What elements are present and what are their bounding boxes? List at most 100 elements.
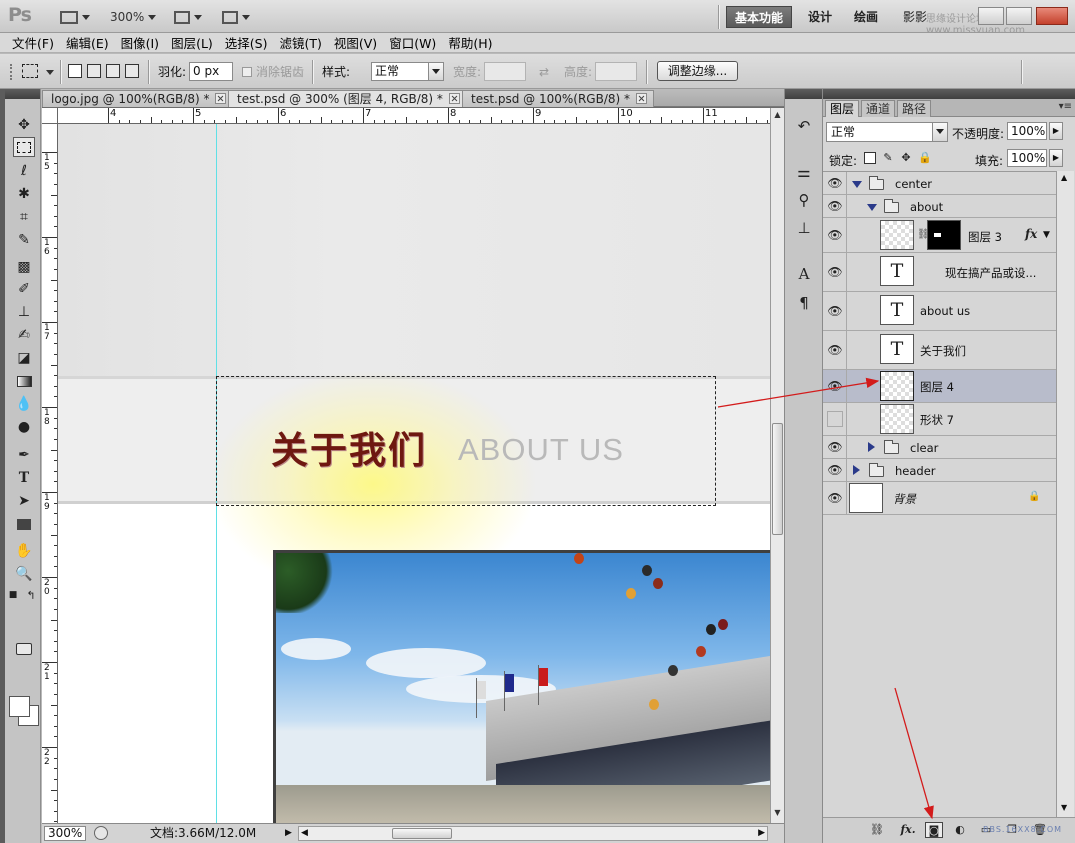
chevron-down-icon[interactable] — [46, 70, 54, 75]
layer-mask-thumbnail[interactable] — [927, 220, 961, 250]
history-brush-tool[interactable]: ✍ — [13, 325, 35, 345]
vertical-ruler[interactable]: 15 16 17 18 19 20 21 22 — [42, 124, 58, 823]
close-tab-icon[interactable] — [215, 93, 227, 104]
menu-window[interactable]: 窗口(W) — [383, 33, 442, 52]
zoom-level-dropdown[interactable]: 300% — [110, 7, 157, 27]
maximize-button[interactable] — [1006, 7, 1032, 25]
lock-pixels-icon[interactable]: ✎ — [882, 152, 894, 164]
hand-tool[interactable]: ✋ — [13, 541, 35, 561]
fill-slider-arrow-icon[interactable]: ▶ — [1049, 149, 1063, 167]
workspace-painting-button[interactable]: 绘画 — [846, 6, 886, 28]
fill-input[interactable]: 100% — [1007, 149, 1047, 167]
tab-logo-jpg[interactable]: logo.jpg @ 100%(RGB/8) * — [42, 90, 234, 107]
height-input[interactable] — [595, 62, 637, 81]
default-colors-icon[interactable]: ■ — [7, 585, 19, 605]
status-zoom-input[interactable]: 300% — [44, 826, 86, 841]
toolbox-header[interactable] — [5, 89, 40, 99]
layer-row-about[interactable]: 👁 about — [823, 195, 1056, 218]
expand-toggle-icon[interactable] — [853, 465, 860, 475]
opacity-slider-arrow-icon[interactable]: ▶ — [1049, 122, 1063, 140]
minimize-button[interactable] — [978, 7, 1004, 25]
scroll-up-icon[interactable]: ▲ — [772, 109, 783, 121]
zoom-tool[interactable]: 🔍 — [13, 564, 35, 584]
add-selection-icon[interactable] — [87, 64, 101, 78]
layer-row-layer-3[interactable]: 👁 ⛓ 图层 3 fx ▼ — [823, 218, 1056, 253]
opacity-input[interactable]: 100% — [1007, 122, 1047, 140]
layer-row-background[interactable]: 👁 背景 🔒 — [823, 482, 1056, 515]
gradient-tool[interactable] — [13, 371, 35, 391]
close-button[interactable] — [1036, 7, 1068, 25]
layers-panel-header[interactable] — [823, 89, 1075, 99]
swap-colors-icon[interactable]: ↰ — [25, 585, 37, 605]
link-layers-icon[interactable]: ⛓ — [868, 822, 886, 838]
workspace-essentials-button[interactable]: 基本功能 — [726, 6, 793, 28]
layer-row-layer-4[interactable]: 👁 图层 4 — [823, 370, 1056, 403]
quick-mask-button[interactable] — [13, 639, 35, 659]
ruler-origin[interactable] — [42, 108, 58, 124]
vertical-scrollbar[interactable]: ▲ ▼ — [770, 108, 784, 823]
eye-icon[interactable]: 👁 — [827, 264, 843, 280]
tab-paths[interactable]: 路径 — [897, 100, 932, 117]
status-options-icon[interactable] — [94, 826, 108, 840]
subtract-selection-icon[interactable] — [106, 64, 120, 78]
menu-file[interactable]: 文件(F) — [6, 33, 60, 52]
tab-test-psd-100[interactable]: test.psd @ 100%(RGB/8) * — [462, 90, 655, 107]
width-input[interactable] — [484, 62, 526, 81]
status-menu-arrow-icon[interactable]: ▶ — [285, 828, 292, 838]
tab-layers[interactable]: 图层 — [825, 100, 860, 117]
eye-icon[interactable]: 👁 — [827, 227, 843, 243]
clone-stamp-tool[interactable]: ⊥ — [13, 302, 35, 322]
eye-icon[interactable]: 👁 — [827, 439, 843, 455]
scroll-down-icon[interactable]: ▼ — [772, 807, 783, 819]
menu-filter[interactable]: 滤镜(T) — [273, 33, 327, 52]
layer-row-guanyu[interactable]: 👁 T 关于我们 — [823, 331, 1056, 370]
document-canvas[interactable]: 关于我们 ABOUT US — [58, 124, 770, 823]
marquee-preset-icon[interactable] — [22, 64, 38, 78]
scroll-right-icon[interactable]: ▶ — [758, 828, 765, 838]
history-panel-icon[interactable]: ↶ — [793, 115, 815, 137]
paragraph-panel-icon[interactable]: ¶ — [793, 292, 815, 314]
hidden-visibility-box[interactable] — [827, 411, 843, 427]
layer-row-text-body[interactable]: 👁 T 现在搞产品或设... — [823, 253, 1056, 292]
menu-edit[interactable]: 编辑(E) — [60, 33, 115, 52]
move-tool[interactable]: ✥ — [13, 115, 35, 135]
close-tab-icon[interactable] — [636, 93, 648, 104]
eye-icon[interactable]: 👁 — [827, 175, 843, 191]
panel-strip-header[interactable] — [785, 89, 822, 99]
workspace-design-button[interactable]: 设计 — [800, 6, 840, 28]
style-select[interactable]: 正常 — [371, 62, 444, 81]
layers-scrollbar[interactable]: ▲ ▼ — [1056, 171, 1074, 817]
marquee-selection[interactable] — [216, 376, 716, 506]
brush-tool[interactable]: ✐ — [13, 279, 35, 299]
expand-toggle-icon[interactable] — [852, 181, 862, 188]
horizontal-scroll-thumb[interactable] — [392, 828, 452, 839]
add-layer-mask-button[interactable]: ◙ — [925, 822, 943, 838]
new-adjustment-layer-icon[interactable]: ◐ — [951, 822, 969, 838]
expand-toggle-icon[interactable] — [868, 442, 875, 452]
pen-tool[interactable]: ✒ — [13, 445, 35, 465]
menu-image[interactable]: 图像(I) — [115, 33, 165, 52]
scroll-down-icon[interactable]: ▼ — [1061, 803, 1067, 812]
expand-effects-icon[interactable]: ▼ — [1043, 230, 1050, 240]
fx-icon[interactable]: fx — [1025, 227, 1037, 241]
tab-test-psd-300[interactable]: test.psd @ 300% (图层 4, RGB/8) * — [228, 90, 467, 107]
layer-row-about-us[interactable]: 👁 T about us — [823, 292, 1056, 331]
healing-brush-tool[interactable]: ▩ — [13, 257, 35, 277]
foreground-color-swatch[interactable] — [9, 696, 30, 717]
lock-transparency-icon[interactable] — [864, 152, 876, 164]
brush-presets-icon[interactable]: ⚌ — [793, 161, 815, 183]
horizontal-scrollbar[interactable]: ◀ ▶ — [298, 826, 768, 841]
eye-icon[interactable]: 👁 — [827, 378, 843, 394]
clone-source-icon[interactable]: ⚲ — [793, 189, 815, 211]
layer-row-clear[interactable]: 👁 clear — [823, 436, 1056, 459]
eye-icon[interactable]: 👁 — [827, 303, 843, 319]
vertical-scroll-thumb[interactable] — [772, 423, 783, 535]
rectangular-marquee-tool[interactable] — [13, 137, 35, 157]
menu-select[interactable]: 选择(S) — [219, 33, 274, 52]
close-tab-icon[interactable] — [448, 93, 460, 104]
menu-layer[interactable]: 图层(L) — [165, 33, 219, 52]
eye-icon[interactable]: 👁 — [827, 462, 843, 478]
blend-mode-select[interactable]: 正常 — [826, 122, 948, 142]
arrange-documents-button[interactable] — [174, 7, 202, 27]
crop-tool[interactable]: ⌗ — [13, 207, 35, 227]
